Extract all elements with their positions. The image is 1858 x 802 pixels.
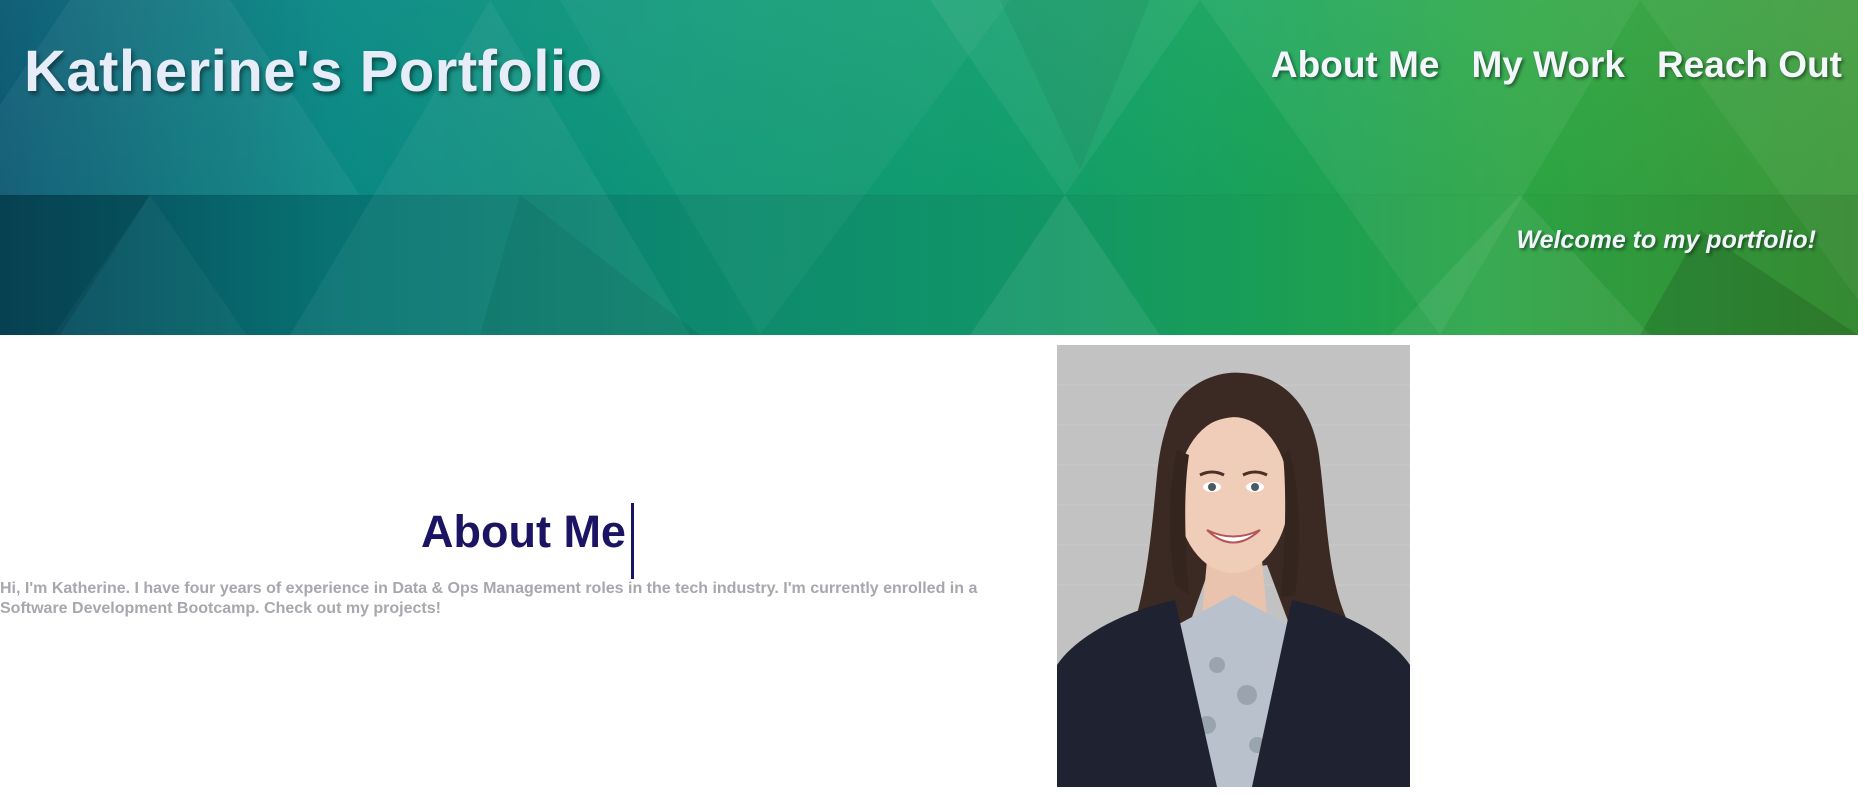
nav-link-reach-out[interactable]: Reach Out — [1657, 44, 1842, 86]
about-heading: About Me — [421, 506, 626, 557]
main-nav: About Me My Work Reach Out — [1271, 44, 1842, 86]
heading-accent-bar — [631, 503, 634, 579]
nav-link-about-me[interactable]: About Me — [1271, 44, 1440, 86]
hero-banner: Katherine's Portfolio About Me My Work R… — [0, 0, 1858, 335]
site-title: Katherine's Portfolio — [24, 39, 603, 104]
profile-photo — [1057, 345, 1410, 787]
about-description: Hi, I'm Katherine. I have four years of … — [0, 580, 978, 617]
nav-link-my-work[interactable]: My Work — [1471, 44, 1625, 86]
welcome-tagline: Welcome to my portfolio! — [1516, 226, 1816, 254]
